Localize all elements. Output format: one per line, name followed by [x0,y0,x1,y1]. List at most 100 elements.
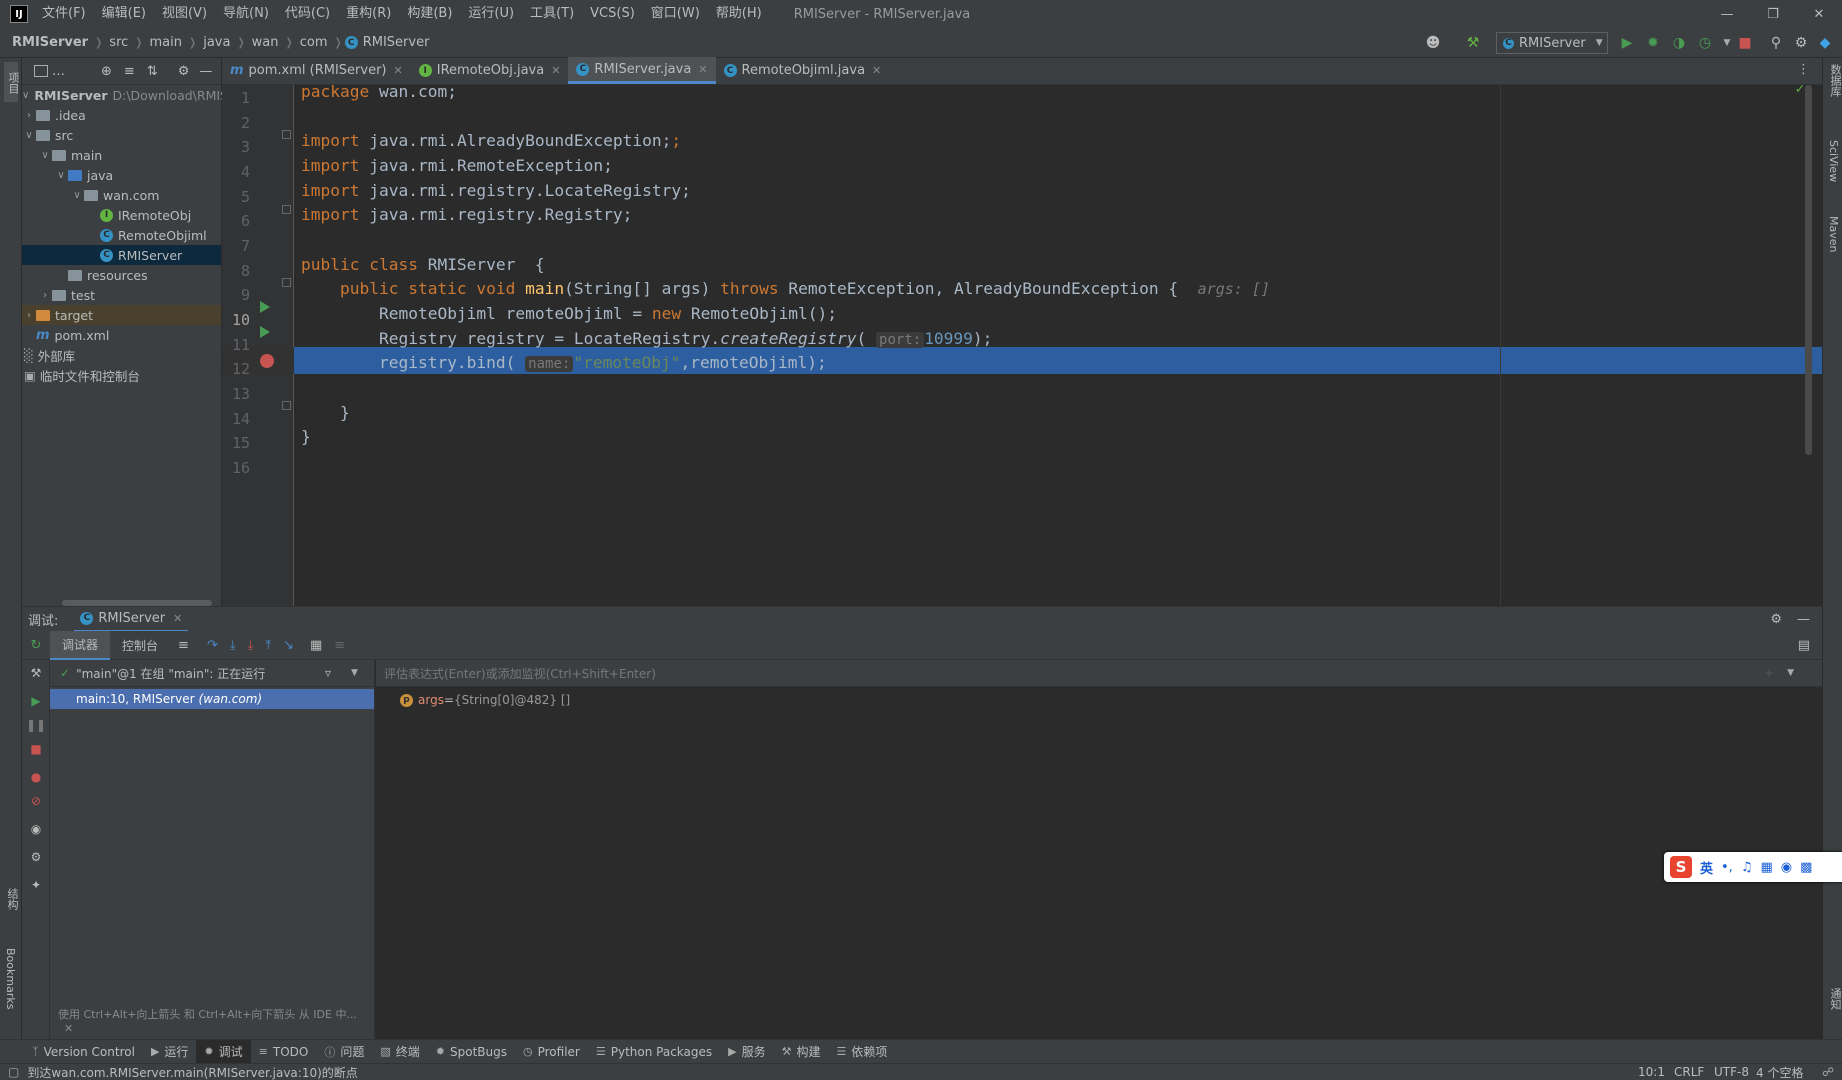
indent-setting[interactable]: 4 个空格 [1756,1064,1803,1080]
database-stripe-label[interactable]: 数据库 [1827,64,1842,97]
run-to-cursor-icon[interactable]: ↘ [283,638,294,653]
status-message[interactable]: 到达wan.com.RMIServer.main(RMIServer.java:… [27,1064,357,1080]
menu-file[interactable]: 文件(F) [38,0,94,28]
skin-icon[interactable]: ◉ [1781,860,1792,875]
file-encoding[interactable]: UTF-8 [1714,1065,1749,1079]
profile-icon[interactable]: ◷ [1696,34,1714,52]
add-watch-icon[interactable]: + [1764,666,1774,680]
tree-item-scratches[interactable]: ▣ 临时文件和控制台 [22,365,221,385]
fold-marker-icon[interactable] [282,401,291,410]
chevron-down-icon[interactable]: ▼ [1787,668,1794,678]
run-icon[interactable]: ▶ [1618,34,1636,52]
menu-build[interactable]: 构建(B) [399,0,460,28]
close-window-button[interactable]: ✕ [1796,0,1842,28]
tab-rmiserver[interactable]: C RMIServer.java ✕ [568,57,716,84]
stack-frame-row[interactable]: main:10, RMIServer (wan.com) [50,689,374,709]
tab-pom-xml[interactable]: m pom.xml (RMIServer) ✕ [222,57,411,84]
tree-item-resources[interactable]: resources [22,265,221,285]
view-breakpoints-icon[interactable]: ● [29,770,43,784]
tab-options-icon[interactable]: ⋮ [1797,62,1810,77]
toolbox-icon[interactable]: ▩ [1800,860,1812,875]
run-config-select[interactable]: C RMIServer ▼ [1496,32,1608,54]
close-icon[interactable]: ✕ [173,612,182,625]
tree-item-target[interactable]: › target [22,305,221,325]
fold-marker-icon[interactable] [282,130,291,139]
tab-services[interactable]: ▶ 服务 [720,1040,773,1064]
tree-item-idea[interactable]: › .idea [22,105,221,125]
evaluate-expression-icon[interactable]: ▦ [310,638,322,653]
run-class-gutter-icon[interactable] [260,301,270,313]
tab-debugger[interactable]: 调试器 [50,630,111,660]
stop-icon[interactable]: ■ [1736,34,1754,52]
tab-problems[interactable]: ⓘ 问题 [316,1040,372,1064]
debug-bug-icon[interactable]: ✹ [1644,34,1662,52]
tree-item-main[interactable]: ∨ main [22,145,221,165]
tab-profiler[interactable]: ◷ Profiler [515,1040,588,1064]
menu-refactor[interactable]: 重构(R) [338,0,399,28]
menu-code[interactable]: 代码(C) [277,0,338,28]
menu-view[interactable]: 视图(V) [154,0,215,28]
tab-debug[interactable]: ✹ 调试 [196,1039,251,1064]
minimize-button[interactable]: — [1704,0,1750,28]
step-into-icon[interactable]: ⤓ [230,638,236,653]
user-icon[interactable]: ☻ [1424,34,1442,52]
tree-item-package[interactable]: ∨ wan.com [22,185,221,205]
status-icon[interactable]: ▢ [8,1065,19,1079]
locate-target-icon[interactable]: ⊕ [101,64,112,79]
breadcrumb-java[interactable]: java [199,35,234,50]
tab-iremoteobj[interactable]: I IRemoteObj.java ✕ [411,57,569,84]
menu-navigate[interactable]: 导航(N) [215,0,277,28]
resume-icon[interactable]: ▶ [29,694,43,708]
microphone-icon[interactable]: ♫ [1741,860,1753,875]
coverage-icon[interactable]: ◑ [1670,34,1688,52]
pin-icon[interactable]: ✦ [29,878,43,892]
tree-item-test[interactable]: › test [22,285,221,305]
ime-language[interactable]: 英 [1700,858,1713,877]
more-run-chevron-icon[interactable]: ▼ [1718,34,1736,52]
rerun-icon[interactable]: ↻ [22,638,50,653]
vertical-scrollbar[interactable] [1805,85,1812,455]
search-icon[interactable]: ⚲ [1767,34,1785,52]
tree-item-pom[interactable]: m pom.xml [22,325,221,345]
pause-icon[interactable]: ❚❚ [26,718,46,732]
tab-version-control[interactable]: ᛉ Version Control [24,1040,143,1064]
filter-icon[interactable]: ▿ [325,666,331,680]
notifications-stripe-label[interactable]: 通知 [1827,988,1842,1010]
variable-row[interactable]: p args = {String[0]@482} [] [376,689,1822,711]
breadcrumb-src[interactable]: src [105,35,132,50]
breadcrumb-main[interactable]: main [146,35,186,50]
tree-item-remoteobjiml[interactable]: C RemoteObjiml [22,225,221,245]
breadcrumb-com[interactable]: com [296,35,332,50]
tree-item-src[interactable]: ∨ src [22,125,221,145]
tab-run[interactable]: ▶ 运行 [143,1040,196,1064]
tab-terminal[interactable]: ▧ 终端 [372,1040,427,1064]
tree-item-rmiserver[interactable]: C RMIServer [22,245,221,265]
project-stripe-button[interactable]: 项目 [4,62,20,102]
step-out-icon[interactable]: ⤒ [265,638,271,653]
expand-all-icon[interactable]: ≡ [124,64,135,79]
layout-settings-icon[interactable]: ▤ [1798,638,1810,653]
mute-breakpoints-icon[interactable]: ⊘ [29,794,43,808]
breakpoint-icon[interactable] [260,354,274,368]
menu-run[interactable]: 运行(U) [460,0,522,28]
gear-icon[interactable]: ⚙ [1792,34,1810,52]
step-over-icon[interactable]: ↷ [207,638,218,653]
project-view-icon[interactable] [34,65,48,77]
menu-tools[interactable]: 工具(T) [522,0,582,28]
gear-icon[interactable]: ⚙ [1770,612,1782,627]
code-editor[interactable]: 1 2 3 4 5 6 7 8 9 10 11 12 13 14 15 16 p… [222,81,1822,606]
menu-window[interactable]: 窗口(W) [643,0,708,28]
menu-vcs[interactable]: VCS(S) [582,0,643,28]
menu-edit[interactable]: 编辑(E) [94,0,154,28]
build-hammer-icon[interactable]: ⚒ [1464,34,1482,52]
caret-position[interactable]: 10:1 [1638,1065,1665,1079]
trace-icon[interactable]: ≡ [334,638,345,653]
run-main-gutter-icon[interactable] [260,326,270,338]
breadcrumb-file[interactable]: RMIServer [363,35,434,50]
force-step-into-icon[interactable]: ⤓ [248,638,254,653]
tree-item-java[interactable]: ∨ java [22,165,221,185]
hide-panel-icon[interactable]: — [199,64,212,79]
tab-build[interactable]: ⚒ 构建 [774,1040,829,1064]
close-icon[interactable]: ✕ [551,64,560,77]
chevron-down-icon[interactable]: ▼ [351,668,358,678]
